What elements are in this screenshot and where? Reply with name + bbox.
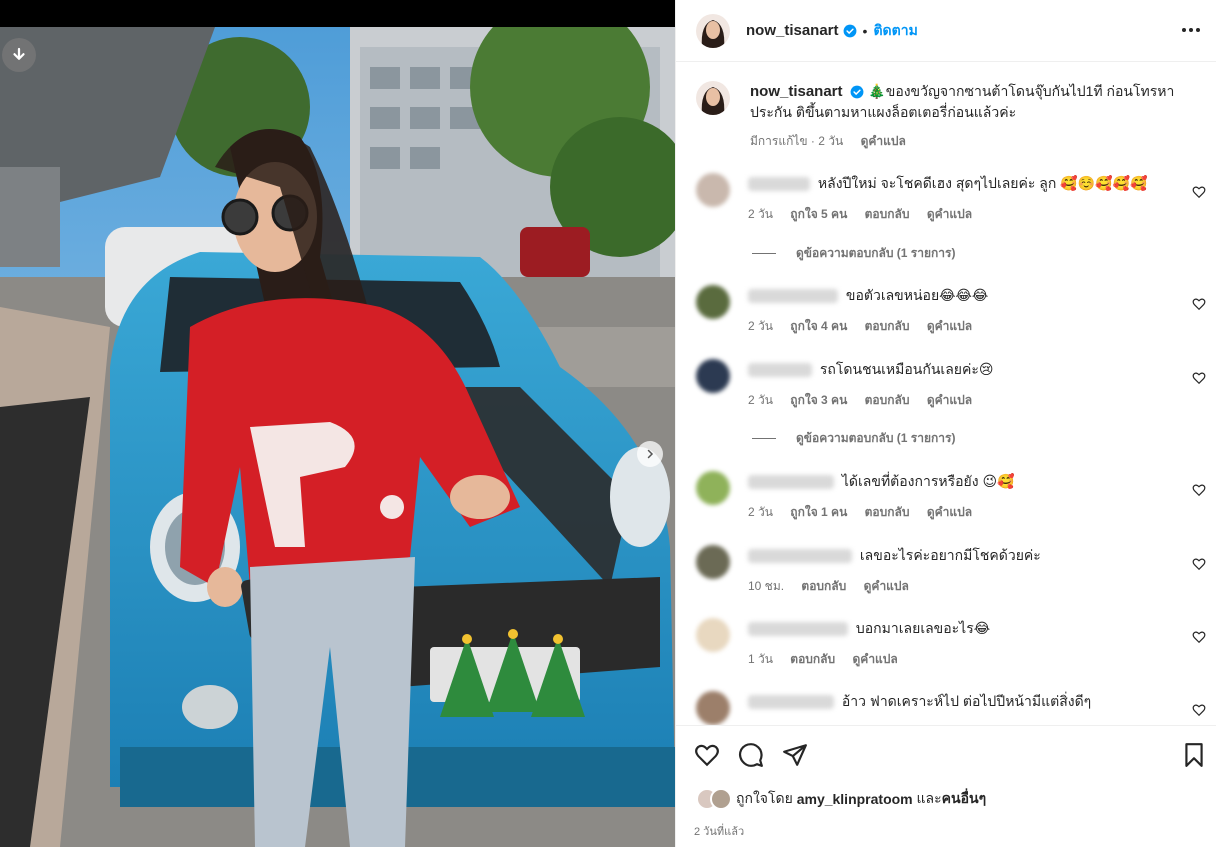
comment-like-heart-icon[interactable] xyxy=(1192,703,1206,717)
comment-time: 1 วัน xyxy=(748,652,773,666)
comment-translate-link[interactable]: ดูคำแปล xyxy=(927,393,972,407)
likes-summary: ถูกใจโดย amy_klinpratoom และ คนอื่นๆ xyxy=(696,788,986,810)
commenter-avatar[interactable] xyxy=(696,545,730,579)
comment-item: รถโดนชนเหมือนกันเลยค่ะ😢 2 วัน ถูกใจ 3 คน… xyxy=(696,359,1206,410)
comment-text: รถโดนชนเหมือนกันเลยค่ะ😢 xyxy=(819,361,994,377)
comment-translate-link[interactable]: ดูคำแปล xyxy=(927,505,972,519)
comment-time: 2 วัน xyxy=(748,319,773,333)
commenter-avatar[interactable] xyxy=(696,173,730,207)
post-caption: now_tisanart 🎄ของขวัญจากซานต้าโดนจุ๊บกัน… xyxy=(696,81,1201,152)
commenter-username-blurred[interactable] xyxy=(748,549,852,564)
view-replies-button[interactable]: ดูข้อความตอบกลับ (1 รายการ) xyxy=(752,244,955,263)
commenter-avatar[interactable] xyxy=(696,471,730,505)
photo-illustration xyxy=(0,27,675,847)
comment-like-heart-icon[interactable] xyxy=(1192,630,1206,644)
comment-like-heart-icon[interactable] xyxy=(1192,371,1206,385)
chevron-right-icon xyxy=(647,449,654,459)
post-time-ago[interactable]: 2 วันที่แล้ว xyxy=(694,822,744,840)
comment-reply-button[interactable]: ตอบกลับ xyxy=(865,393,910,407)
more-options-button[interactable] xyxy=(1179,18,1203,42)
comments-list[interactable]: now_tisanart 🎄ของขวัญจากซานต้าโดนจุ๊บกัน… xyxy=(676,63,1216,725)
comment-translate-link[interactable]: ดูคำแปล xyxy=(853,652,898,666)
download-button[interactable] xyxy=(2,38,36,72)
comment-text: หลังปีใหม่ จะโชคดีเฮง สุดๆไปเลยค่ะ ลูก 🥰… xyxy=(817,175,1148,191)
view-replies-label: ดูข้อความตอบกลับ (1 รายการ) xyxy=(796,246,956,260)
verified-badge-icon xyxy=(851,85,864,99)
post-header: now_tisanart • ติดตาม xyxy=(676,0,1216,62)
likes-and: และ xyxy=(916,790,942,806)
post-side-panel: now_tisanart • ติดตาม now_tisanart 🎄ของข… xyxy=(675,0,1216,847)
commenter-avatar[interactable] xyxy=(696,691,730,725)
action-bar xyxy=(694,742,808,768)
caption-avatar[interactable] xyxy=(696,81,730,115)
author-avatar[interactable] xyxy=(696,13,730,48)
liker-username[interactable]: amy_klinpratoom xyxy=(797,791,913,807)
comment-translate-link[interactable]: ดูคำแปล xyxy=(927,207,972,221)
comment-translate-link[interactable]: ดูคำแปล xyxy=(864,579,909,593)
comment-like-heart-icon[interactable] xyxy=(1192,185,1206,199)
liker-avatar xyxy=(710,788,732,810)
next-image-button[interactable] xyxy=(637,441,663,467)
commenter-username-blurred[interactable] xyxy=(748,177,810,192)
comment-reply-button[interactable]: ตอบกลับ xyxy=(865,207,910,221)
comment-like-heart-icon[interactable] xyxy=(1192,297,1206,311)
instagram-post: now_tisanart • ติดตาม now_tisanart 🎄ของข… xyxy=(0,0,1216,847)
share-icon[interactable] xyxy=(782,742,808,768)
heart-icon[interactable] xyxy=(694,742,720,768)
post-photo[interactable] xyxy=(0,27,675,847)
comment-item: บอกมาเลยเลขอะไร😂 1 วัน ตอบกลับ ดูคำแปล xyxy=(696,618,1206,669)
comment-text: อ้าว ฟาดเคราะห์ไป ต่อไปปีหน้ามีแต่สิ่งดี… xyxy=(841,693,1092,709)
comment-text: ได้เลขที่ต้องการหรือยัง 😉🥰 xyxy=(841,473,1015,489)
comment-item: ขอตัวเลขหน่อย😂😂😂 2 วัน ถูกใจ 4 คน ตอบกลั… xyxy=(696,285,1206,336)
commenter-username-blurred[interactable] xyxy=(748,695,834,710)
commenter-avatar[interactable] xyxy=(696,359,730,393)
likes-prefix: ถูกใจโดย xyxy=(736,790,793,806)
separator-dot: • xyxy=(862,22,868,39)
post-media xyxy=(0,0,675,847)
comment-time: 10 ชม. xyxy=(748,579,785,593)
comment-translate-link[interactable]: ดูคำแปล xyxy=(927,319,972,333)
author-username[interactable]: now_tisanart xyxy=(746,22,839,39)
post-footer: ถูกใจโดย amy_klinpratoom และ คนอื่นๆ 2 ว… xyxy=(676,725,1216,847)
download-icon xyxy=(13,47,25,60)
comment-text: บอกมาเลยเลขอะไร😂 xyxy=(855,620,991,636)
caption-username[interactable]: now_tisanart xyxy=(750,83,843,100)
comment-reply-button[interactable]: ตอบกลับ xyxy=(865,319,910,333)
more-horizontal-icon xyxy=(1182,28,1200,32)
caption-translate-link[interactable]: ดูคำแปล xyxy=(861,134,906,148)
commenter-avatar[interactable] xyxy=(696,285,730,319)
comment-like-heart-icon[interactable] xyxy=(1192,483,1206,497)
comment-reply-button[interactable]: ตอบกลับ xyxy=(865,505,910,519)
comment-text: ขอตัวเลขหน่อย😂😂😂 xyxy=(845,287,989,303)
commenter-username-blurred[interactable] xyxy=(748,289,838,304)
comment-time: 2 วัน xyxy=(748,207,773,221)
verified-badge-icon xyxy=(843,24,856,37)
comment-reply-button[interactable]: ตอบกลับ xyxy=(790,652,835,666)
likes-others-link[interactable]: คนอื่นๆ xyxy=(942,788,986,810)
comment-item: หลังปีใหม่ จะโชคดีเฮง สุดๆไปเลยค่ะ ลูก 🥰… xyxy=(696,173,1206,224)
comment-icon[interactable] xyxy=(738,742,764,768)
view-replies-label: ดูข้อความตอบกลับ (1 รายการ) xyxy=(796,431,956,445)
view-replies-button[interactable]: ดูข้อความตอบกลับ (1 รายการ) xyxy=(752,429,955,448)
comment-item: อ้าว ฟาดเคราะห์ไป ต่อไปปีหน้ามีแต่สิ่งดี… xyxy=(696,691,1206,725)
comment-time: 2 วัน xyxy=(748,393,773,407)
comment-text: เลขอะไรค่ะอยากมีโชคด้วยค่ะ xyxy=(859,547,1041,563)
commenter-username-blurred[interactable] xyxy=(748,622,848,637)
commenter-username-blurred[interactable] xyxy=(748,475,834,490)
comment-likes[interactable]: ถูกใจ 4 คน xyxy=(790,319,847,333)
follow-button[interactable]: ติดตาม xyxy=(873,20,917,42)
commenter-username-blurred[interactable] xyxy=(748,363,812,378)
comment-likes[interactable]: ถูกใจ 3 คน xyxy=(790,393,847,407)
liker-avatars[interactable] xyxy=(696,788,736,810)
comment-reply-button[interactable]: ตอบกลับ xyxy=(801,579,846,593)
commenter-avatar[interactable] xyxy=(696,618,730,652)
bookmark-icon[interactable] xyxy=(1181,742,1207,768)
comment-time: 2 วัน xyxy=(748,505,773,519)
caption-edited-time: มีการแก้ไข · 2 วัน xyxy=(750,134,844,148)
comment-likes[interactable]: ถูกใจ 5 คน xyxy=(790,207,847,221)
comment-item: เลขอะไรค่ะอยากมีโชคด้วยค่ะ 10 ชม. ตอบกลั… xyxy=(696,545,1206,596)
comment-like-heart-icon[interactable] xyxy=(1192,557,1206,571)
comment-likes[interactable]: ถูกใจ 1 คน xyxy=(790,505,847,519)
comment-item: ได้เลขที่ต้องการหรือยัง 😉🥰 2 วัน ถูกใจ 1… xyxy=(696,471,1206,522)
